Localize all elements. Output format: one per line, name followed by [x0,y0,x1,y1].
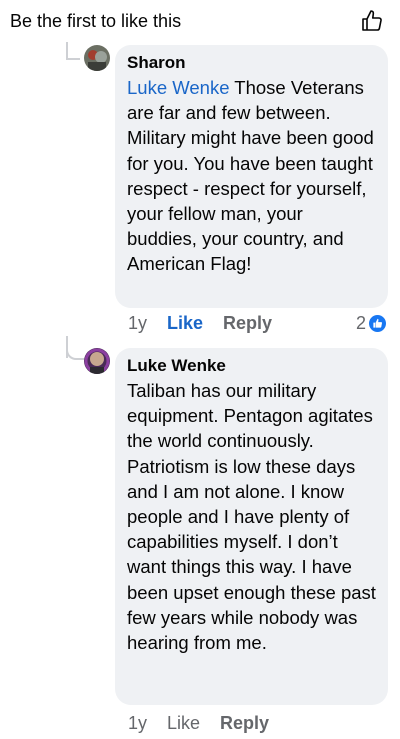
reactions-header: Be the first to like this [0,0,400,42]
reaction-count[interactable]: 2 [356,313,387,334]
reply-button[interactable]: Reply [220,713,269,734]
thread-connector-line [66,42,68,58]
avatar-image [84,45,110,71]
first-to-like-label: Be the first to like this [10,11,182,31]
avatar[interactable] [84,348,110,374]
comment-actions: 1y Like Reply [128,313,292,334]
avatar-image [84,348,110,374]
comment-bubble: Sharon Luke Wenke Those Veterans are far… [115,45,388,308]
comment-time[interactable]: 1y [128,713,147,734]
comment-time[interactable]: 1y [128,313,147,334]
comment-body: Those Veterans are far and few between. … [127,77,374,275]
thread-connector-line [66,58,80,60]
comment-actions: 1y Like Reply [128,713,289,734]
thread-connector-curve [66,340,84,360]
thumbs-up-outline-icon[interactable] [360,9,384,33]
reaction-count-value: 2 [356,313,367,333]
comment-text: Luke Wenke Those Veterans are far and fe… [127,75,376,277]
like-button[interactable]: Like [167,313,203,334]
comment-text: Taliban has our military equipment. Pent… [127,380,376,654]
comment-author[interactable]: Luke Wenke [127,355,376,377]
mention-link[interactable]: Luke Wenke [127,77,230,98]
comment-bubble: Luke Wenke Taliban has our military equi… [115,348,388,705]
comment-author[interactable]: Sharon [127,52,376,74]
reply-button[interactable]: Reply [223,313,272,334]
avatar[interactable] [84,45,110,71]
like-button[interactable]: Like [167,713,200,734]
like-reaction-icon [369,315,387,332]
